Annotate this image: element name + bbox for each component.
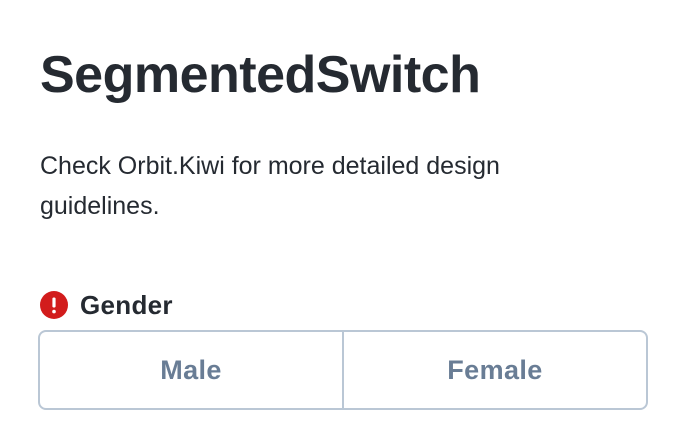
page-title: SegmentedSwitch [40, 46, 481, 104]
gender-segmented-switch: Male Female [38, 330, 648, 410]
field-label-row: Gender [40, 288, 173, 322]
option-male[interactable]: Male [40, 332, 342, 408]
alert-circle-icon [40, 291, 68, 319]
option-female[interactable]: Female [342, 332, 646, 408]
page-description: Check Orbit.Kiwi for more detailed desig… [40, 152, 500, 220]
gender-label: Gender [80, 290, 173, 320]
